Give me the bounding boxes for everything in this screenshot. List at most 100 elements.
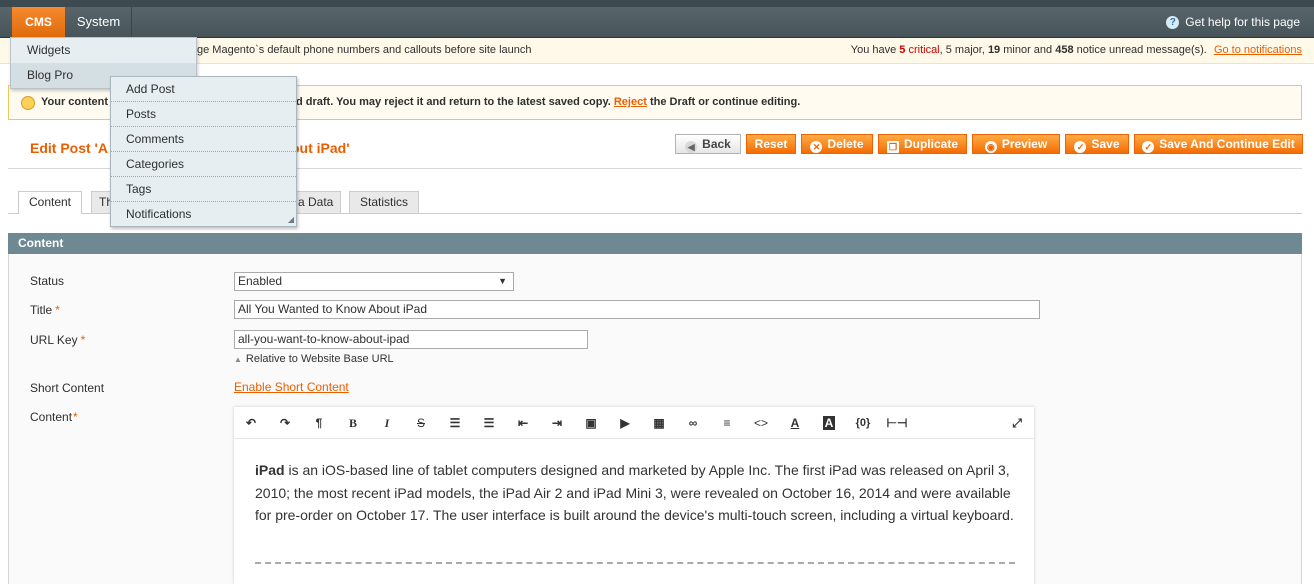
code-icon[interactable]: <> <box>750 414 772 432</box>
required-mark: * <box>73 410 78 424</box>
top-stripe <box>0 0 1314 7</box>
url-key-input[interactable]: all-you-want-to-know-about-ipad <box>234 330 588 349</box>
help-label: Get help for this page <box>1185 15 1300 29</box>
notice-message: ge Magento`s default phone numbers and c… <box>197 44 532 56</box>
go-to-notifications-link[interactable]: Go to notifications <box>1214 44 1302 56</box>
delete-button[interactable]: ✕ Delete <box>801 134 873 154</box>
submenu-item-comments[interactable]: Comments <box>111 127 296 152</box>
font-color-icon[interactable]: A <box>784 414 806 432</box>
draft-message-body: d draft. You may reject it and return to… <box>296 86 800 119</box>
reject-draft-link[interactable]: Reject <box>614 96 647 108</box>
back-button[interactable]: ◀ Back <box>675 134 741 154</box>
outdent-icon[interactable]: ⇤ <box>512 414 534 432</box>
preview-label: Preview <box>1001 137 1048 151</box>
duplicate-label: Duplicate <box>903 137 958 151</box>
editor-toolbar: ↶ ↷ ¶ B I S ☰ ☰ ⇤ ⇥ ▣ ▶ ▦ ∞ ≡ <> A A {0}… <box>234 407 1034 439</box>
table-icon[interactable]: ▦ <box>648 414 670 432</box>
editor-paragraph: is an iOS-based line of tablet computers… <box>255 462 1014 523</box>
system-notice-bar: ge Magento`s default phone numbers and c… <box>0 38 1314 64</box>
draft-message-start: Your content <box>41 96 109 108</box>
tab-content[interactable]: Content <box>18 191 82 214</box>
bullet-list-icon[interactable]: ☰ <box>444 414 466 432</box>
nav-cms[interactable]: CMS <box>12 7 65 37</box>
notice-count: 458 <box>1055 44 1074 56</box>
status-select[interactable]: Enabled ▼ <box>234 272 514 291</box>
delete-label: Delete <box>827 137 864 151</box>
indent-icon[interactable]: ⇥ <box>546 414 568 432</box>
critical-word: critical <box>905 44 940 56</box>
submenu-item-posts[interactable]: Posts <box>111 102 296 127</box>
paragraph-icon[interactable]: ¶ <box>308 414 330 432</box>
short-content-label: Short Content <box>30 381 105 395</box>
numbered-list-icon[interactable]: ☰ <box>478 414 500 432</box>
title-label: Title * <box>30 303 60 317</box>
url-key-label: URL Key * <box>30 333 85 347</box>
title-label-text: Title <box>30 303 53 317</box>
content-label: Content* <box>30 410 78 424</box>
italic-icon[interactable]: I <box>376 414 398 432</box>
page-break-divider <box>255 562 1015 564</box>
reset-button[interactable]: Reset <box>746 134 796 154</box>
status-select-value: Enabled <box>238 274 283 288</box>
save-and-continue-label: Save And Continue Edit <box>1159 137 1295 151</box>
horizontal-rule-icon[interactable]: ⊢⊣ <box>886 414 908 432</box>
page-title-start: Edit Post 'A <box>30 140 108 156</box>
resize-grip-icon: ◢ <box>287 215 294 224</box>
save-and-continue-button[interactable]: ✓ Save And Continue Edit <box>1134 134 1303 154</box>
major-count: , 5 major, <box>939 44 988 56</box>
main-navigation <box>0 7 1314 38</box>
enable-short-content-link[interactable]: Enable Short Content <box>234 380 349 394</box>
nav-system[interactable]: System <box>66 7 132 37</box>
save-button[interactable]: ✓ Save <box>1065 134 1129 154</box>
section-header-content: Content <box>8 233 1302 254</box>
help-link[interactable]: ? Get help for this page <box>1166 7 1300 37</box>
menu-item-widgets[interactable]: Widgets <box>11 38 196 63</box>
redo-icon[interactable]: ↷ <box>274 414 296 432</box>
submenu-item-notifications[interactable]: Notifications <box>111 202 296 227</box>
preview-button[interactable]: ◉ Preview <box>972 134 1060 154</box>
reset-label: Reset <box>754 137 788 151</box>
url-key-hint-text: Relative to Website Base URL <box>245 353 394 365</box>
link-icon[interactable]: ∞ <box>682 414 704 432</box>
back-arrow-icon: ◀ <box>685 141 698 153</box>
url-key-hint: ▲ Relative to Website Base URL <box>234 353 394 365</box>
fullscreen-icon[interactable]: ⤢ <box>1006 414 1028 432</box>
bold-icon[interactable]: B <box>342 414 364 432</box>
back-label: Back <box>702 137 731 151</box>
required-mark: * <box>80 333 86 347</box>
editor-content[interactable]: iPad is an iOS-based line of tablet comp… <box>255 459 1015 527</box>
tab-statistics[interactable]: Statistics <box>349 191 419 213</box>
required-mark: * <box>55 303 60 317</box>
eye-icon: ◉ <box>984 141 997 153</box>
status-label-text: Status <box>30 274 65 288</box>
page-title-end: out iPad' <box>291 140 350 156</box>
save-label: Save <box>1091 137 1120 151</box>
hint-arrow-icon: ▲ <box>234 355 242 364</box>
select-arrow-icon: ▼ <box>498 276 507 286</box>
submenu-item-categories[interactable]: Categories <box>111 152 296 177</box>
content-editor[interactable]: ↶ ↷ ¶ B I S ☰ ☰ ⇤ ⇥ ▣ ▶ ▦ ∞ ≡ <> A A {0}… <box>234 407 1034 584</box>
content-label-text: Content <box>30 410 73 424</box>
video-icon[interactable]: ▶ <box>614 414 636 432</box>
undo-icon[interactable]: ↶ <box>240 414 262 432</box>
help-icon: ? <box>1166 15 1180 29</box>
lightbulb-icon <box>21 96 35 110</box>
image-icon[interactable]: ▣ <box>580 414 602 432</box>
align-icon[interactable]: ≡ <box>716 414 738 432</box>
notice-word: notice unread message(s). <box>1073 44 1210 56</box>
minor-word: minor and <box>1000 44 1056 56</box>
draft-message-text: d draft. You may reject it and return to… <box>296 96 614 108</box>
duplicate-icon: ❐ <box>886 141 899 153</box>
variable-icon[interactable]: {0} <box>852 414 874 432</box>
title-input[interactable]: All You Wanted to Know About iPad <box>234 300 1040 319</box>
notice-prefix: You have <box>850 44 900 56</box>
minor-count: 19 <box>987 44 1001 56</box>
blog-pro-submenu: Add Post Posts Comments Categories Tags … <box>110 76 297 227</box>
duplicate-button[interactable]: ❐ Duplicate <box>878 134 967 154</box>
strikethrough-icon[interactable]: S <box>410 414 432 432</box>
submenu-item-add-post[interactable]: Add Post <box>111 77 296 102</box>
submenu-item-tags[interactable]: Tags <box>111 177 296 202</box>
background-color-icon[interactable]: A <box>818 414 840 432</box>
checkmark-icon: ✓ <box>1142 141 1155 153</box>
tab-meta-data[interactable]: a Data <box>290 191 341 213</box>
